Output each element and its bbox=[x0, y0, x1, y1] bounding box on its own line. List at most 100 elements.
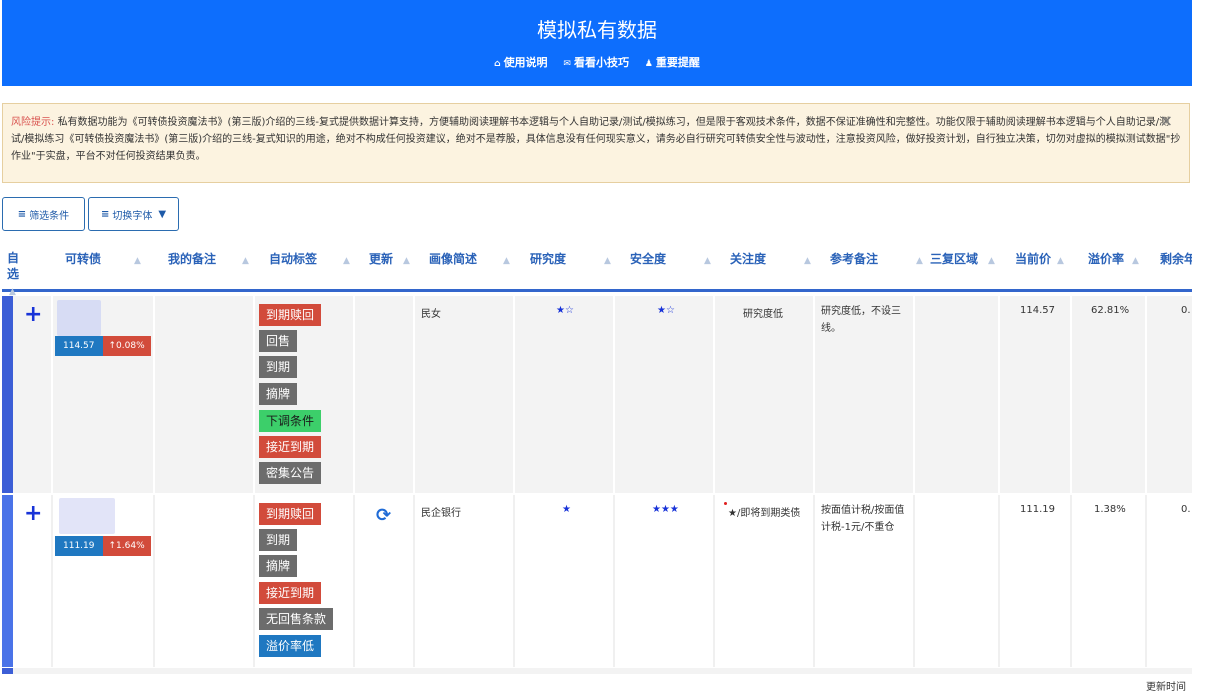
premium-rate: 1.38% bbox=[1094, 504, 1126, 515]
tag-dense-announcement[interactable]: 密集公告 bbox=[259, 462, 322, 484]
row-indicator bbox=[2, 668, 13, 674]
column-header-auto-tags[interactable]: 自动标签 ▲ bbox=[269, 250, 350, 267]
notice-link[interactable]: ♟ 重要提醒 bbox=[645, 56, 700, 69]
bond-avatar bbox=[57, 300, 101, 336]
sort-icon: ▲ bbox=[403, 256, 410, 266]
column-header-label: 自动标签 bbox=[269, 252, 318, 266]
price-cell bbox=[1000, 495, 1072, 667]
safety-cell bbox=[615, 296, 715, 493]
tag-delist[interactable]: 摘牌 bbox=[259, 555, 298, 577]
column-header-label: 参考备注 bbox=[830, 252, 879, 266]
refresh-icon[interactable]: ⟳ bbox=[376, 505, 391, 526]
column-header-research[interactable]: 研究度 ▲ bbox=[530, 250, 611, 267]
tag-putback[interactable]: 回售 bbox=[259, 330, 298, 352]
close-icon[interactable]: × bbox=[1160, 112, 1173, 129]
sort-icon: ▲ bbox=[1132, 256, 1139, 266]
column-header-label: 画像简述 bbox=[429, 252, 478, 266]
column-header-zone[interactable]: 三复区域 ▲ bbox=[930, 250, 995, 267]
sort-icon: ▲ bbox=[604, 256, 611, 266]
premium-cell bbox=[1072, 495, 1147, 667]
add-watch-button[interactable]: + bbox=[24, 501, 42, 526]
profile-text: 民女 bbox=[421, 309, 441, 320]
column-header-attention[interactable]: 关注度 ▲ bbox=[730, 250, 811, 267]
notice-link-label: 重要提醒 bbox=[655, 56, 700, 69]
sort-icon: ▲ bbox=[804, 256, 811, 266]
column-header-update[interactable]: 更新 ▲ bbox=[369, 250, 410, 267]
current-price: 111.19 bbox=[1020, 504, 1055, 515]
page-title: 模拟私有数据 bbox=[537, 18, 657, 42]
sort-icon: ▲ bbox=[988, 256, 995, 266]
research-stars: ★ bbox=[562, 504, 571, 515]
column-header-label: 自选 bbox=[7, 251, 20, 281]
tag-delist[interactable]: 摘牌 bbox=[259, 383, 298, 405]
my-note-cell[interactable] bbox=[155, 495, 255, 667]
column-header-remaining[interactable]: 剩余年 bbox=[1160, 250, 1192, 267]
menu-icon: ≡ bbox=[17, 208, 27, 220]
sort-icon: ▲ bbox=[1057, 256, 1064, 266]
filter-button[interactable]: ≡ 筛选条件 bbox=[2, 197, 85, 231]
tag-expiry-redeem[interactable]: 到期赎回 bbox=[259, 503, 322, 525]
help-link-label: 使用说明 bbox=[503, 56, 548, 69]
attention-cell bbox=[715, 296, 815, 493]
column-header-premium[interactable]: 溢价率 ▲ bbox=[1088, 250, 1139, 267]
tips-link[interactable]: ✉ 看看小技巧 bbox=[563, 56, 629, 69]
add-watch-button[interactable]: + bbox=[24, 302, 42, 327]
tag-downward-revision[interactable]: 下调条件 bbox=[259, 410, 322, 432]
price-badge: 111.19 ↑1.64% bbox=[55, 536, 151, 556]
remaining-years: 0. bbox=[1181, 305, 1191, 316]
alert-dot-icon bbox=[724, 502, 727, 505]
price-cell bbox=[1000, 296, 1072, 493]
ref-note-text: 研究度低，不设三线。 bbox=[821, 306, 901, 334]
tag-expiry[interactable]: 到期 bbox=[259, 529, 298, 551]
premium-cell bbox=[1072, 296, 1147, 493]
sort-icon: ▲ bbox=[134, 256, 141, 266]
tag-expiry[interactable]: 到期 bbox=[259, 356, 298, 378]
column-header-my-note[interactable]: 我的备注 ▲ bbox=[168, 250, 249, 267]
column-header-label: 可转债 bbox=[65, 252, 102, 266]
attention-text: ★/即将到期类债 bbox=[728, 508, 801, 519]
column-header-profile[interactable]: 画像简述 ▲ bbox=[429, 250, 510, 267]
menu-icon: ≡ bbox=[100, 208, 110, 220]
attention-text: 研究度低 bbox=[743, 309, 783, 320]
column-header-watch[interactable]: 自选▲ bbox=[7, 250, 25, 300]
risk-warning: 风险提示: 私有数据功能为《可转债投资魔法书》(第三版)介绍的三线-复式提供数据… bbox=[2, 103, 1190, 183]
column-header-label: 我的备注 bbox=[168, 252, 217, 266]
column-header-safety[interactable]: 安全度 ▲ bbox=[630, 250, 711, 267]
table-row: + 114.57 ↑0.08% 到期赎回 回售 到期 摘牌 下调条件 接近到期 … bbox=[2, 296, 1192, 493]
column-header-label: 研究度 bbox=[530, 252, 567, 266]
tag-no-putback[interactable]: 无回售条款 bbox=[259, 608, 334, 630]
column-header-label: 更新 bbox=[369, 252, 394, 266]
profile-text: 民企银行 bbox=[421, 508, 461, 519]
tips-link-label: 看看小技巧 bbox=[573, 56, 629, 69]
tag-near-expiry[interactable]: 接近到期 bbox=[259, 582, 322, 604]
sort-icon: ▲ bbox=[242, 256, 249, 266]
home-icon: ⌂ bbox=[494, 59, 501, 69]
user-icon: ♟ bbox=[644, 59, 653, 69]
ref-note-text: 按面值计税/按面值计税-1元/不重仓 bbox=[821, 505, 905, 533]
remaining-years: 0. bbox=[1181, 504, 1191, 515]
my-note-cell[interactable] bbox=[155, 296, 255, 493]
column-header-ref-note[interactable]: 参考备注 ▲ bbox=[830, 250, 923, 267]
attention-cell bbox=[715, 495, 815, 667]
price-badge-change: ↑1.64% bbox=[102, 536, 151, 556]
column-header-label: 关注度 bbox=[730, 252, 767, 266]
row-indicator bbox=[2, 296, 13, 493]
switch-font-button[interactable]: ≡ 切换字体 ▼ bbox=[88, 197, 179, 231]
table-row-partial bbox=[2, 668, 1192, 674]
column-header-bond[interactable]: 可转债 ▲ bbox=[65, 250, 141, 267]
remaining-cell bbox=[1147, 296, 1192, 493]
profile-cell bbox=[415, 495, 515, 667]
safety-cell bbox=[615, 495, 715, 667]
row-indicator bbox=[2, 495, 13, 667]
help-link[interactable]: ⌂ 使用说明 bbox=[494, 56, 547, 69]
filter-button-label: 筛选条件 bbox=[29, 210, 70, 222]
page-header: 模拟私有数据 ⌂ 使用说明 ✉ 看看小技巧 ♟ 重要提醒 bbox=[2, 0, 1192, 86]
column-header-label: 三复区域 bbox=[930, 252, 979, 266]
price-badge-change: ↑0.08% bbox=[102, 336, 151, 356]
mail-icon: ✉ bbox=[563, 59, 571, 69]
column-header-price[interactable]: 当前价 ▲ bbox=[1015, 250, 1064, 267]
tag-expiry-redeem[interactable]: 到期赎回 bbox=[259, 304, 322, 326]
tag-low-premium[interactable]: 溢价率低 bbox=[259, 635, 322, 657]
risk-warning-text: 私有数据功能为《可转债投资魔法书》(第三版)介绍的三线-复式提供数据计算支持，方… bbox=[11, 117, 1181, 162]
tag-near-expiry[interactable]: 接近到期 bbox=[259, 436, 322, 458]
